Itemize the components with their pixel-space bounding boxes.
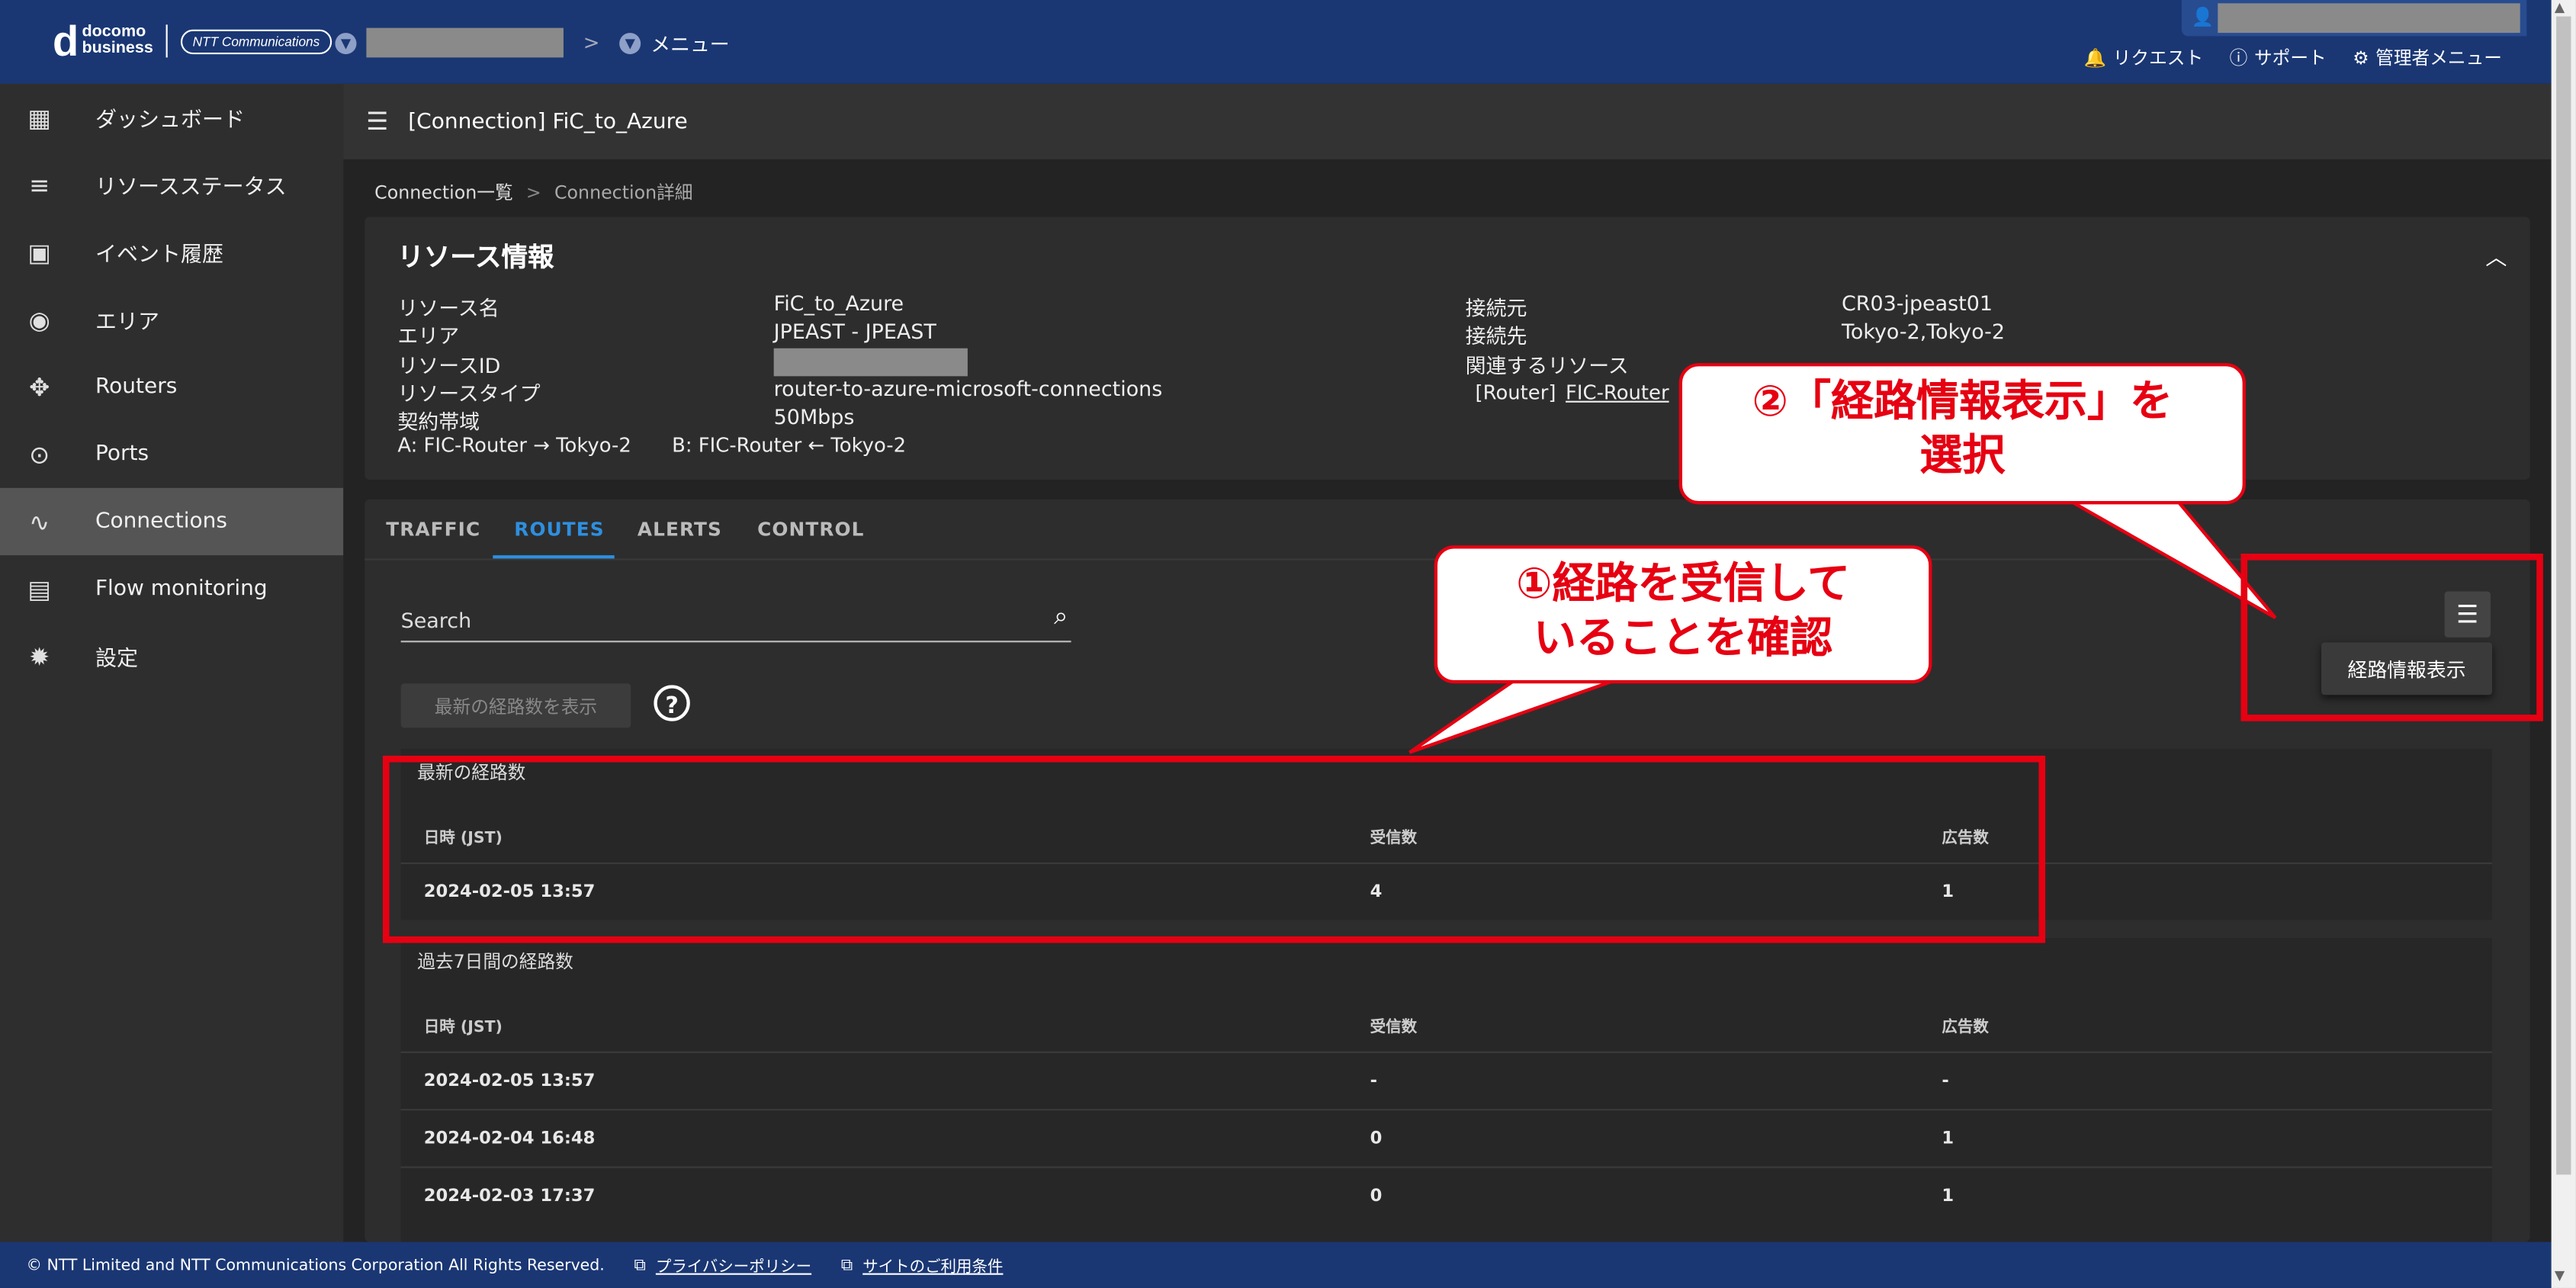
- callout1-line1: ①経路を受信して: [1516, 560, 1850, 610]
- menu-highlight: [2240, 553, 2543, 721]
- annotation-overlay: [1408, 484, 2277, 754]
- callout-confirm-routes: ①経路を受信して いることを確認: [1434, 545, 1932, 684]
- callout1-line2: いることを確認: [1534, 614, 1833, 664]
- callout1-pointer: [1408, 672, 1636, 754]
- latest-routes-highlight: [382, 755, 2046, 943]
- callout2-line2: 選択: [1919, 432, 2006, 482]
- callout-select-route-info: ②「経路情報表示」を 選択: [1678, 363, 2246, 505]
- callout2-line1: ②「経路情報表示」を: [1752, 377, 2173, 428]
